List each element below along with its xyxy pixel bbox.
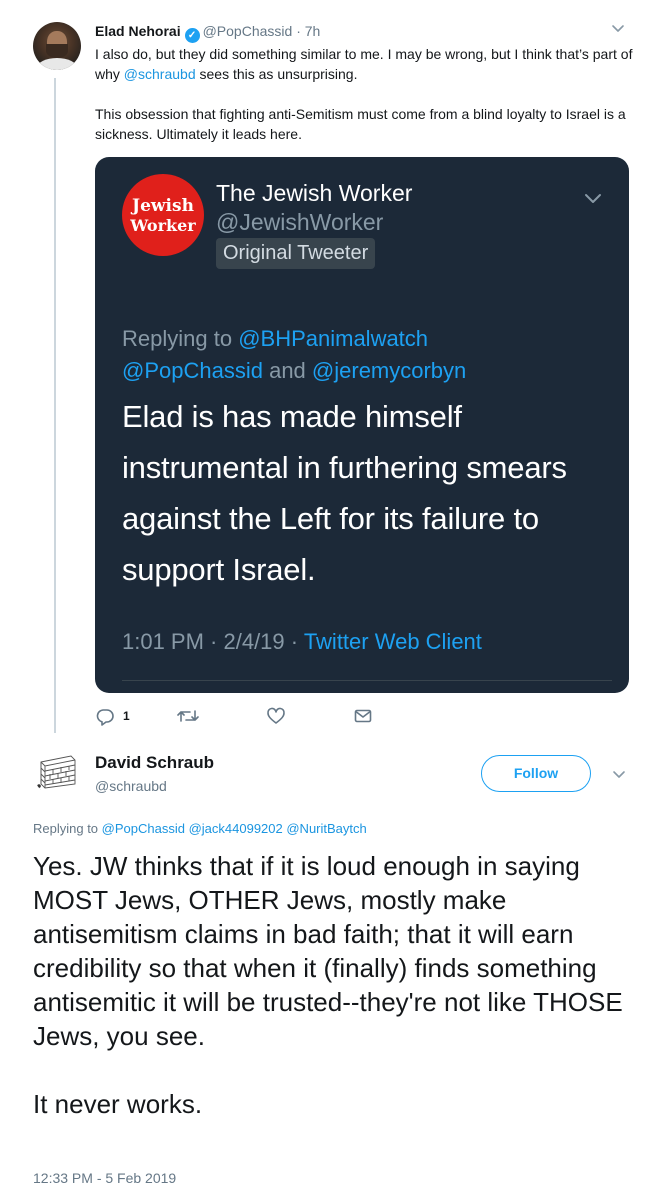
tweet-paragraph: I also do, but they did something simila… xyxy=(95,44,640,84)
header-separator: · xyxy=(296,23,301,39)
mention-link: @BHPanimalwatch xyxy=(238,326,429,351)
quoted-replying-to: Replying to @BHPanimalwatch @PopChassid a… xyxy=(122,323,612,387)
embedded-screenshot[interactable]: Jewish Worker The Jewish Worker @JewishW… xyxy=(95,157,629,693)
tweet-paragraph: It never works. xyxy=(33,1089,203,1119)
author-handle[interactable]: @schraubd xyxy=(95,777,167,795)
logo-line-1: Jewish xyxy=(132,196,194,216)
avatar-beard xyxy=(46,44,68,58)
envelope-icon xyxy=(353,706,373,726)
mention-link: @PopChassid xyxy=(122,358,263,383)
tweet-paragraph: Yes. JW thinks that if it is loud enough… xyxy=(33,851,623,1051)
author-name[interactable]: Elad Nehorai xyxy=(95,23,181,39)
tweet-timestamp[interactable]: 12:33 PM - 5 Feb 2019 xyxy=(33,1169,176,1187)
thread-connector-line xyxy=(54,78,56,733)
jewish-worker-logo: Jewish Worker xyxy=(122,174,204,256)
author-handle[interactable]: @PopChassid xyxy=(203,23,293,39)
avatar[interactable] xyxy=(33,748,81,796)
retweet-button[interactable] xyxy=(177,706,199,726)
quoted-client: Twitter Web Client xyxy=(303,629,482,654)
retweet-icon xyxy=(177,706,199,726)
replying-prefix: Replying to xyxy=(33,821,102,836)
replying-prefix: Replying to xyxy=(122,326,239,351)
direct-message-button[interactable] xyxy=(353,706,373,726)
divider xyxy=(122,680,612,681)
tweet-age[interactable]: 7h xyxy=(305,23,321,39)
like-button[interactable] xyxy=(266,706,286,726)
mention-link[interactable]: @jack44099202 xyxy=(189,821,283,836)
verified-badge-icon: ✓ xyxy=(184,28,200,43)
quoted-author-handle: @JewishWorker xyxy=(216,209,384,235)
mention-link[interactable]: @PopChassid xyxy=(102,821,185,836)
mention-link[interactable]: @NuritBaytch xyxy=(286,821,366,836)
tweet-actions: 1 xyxy=(95,706,425,728)
reply-icon xyxy=(95,706,115,726)
heart-icon xyxy=(266,706,286,726)
chevron-down-icon xyxy=(582,187,604,209)
mention-link[interactable]: @schraubd xyxy=(124,66,196,82)
logo-line-2: Worker xyxy=(130,216,196,235)
avatar[interactable] xyxy=(33,22,81,70)
tweet-text: I also do, but they did something simila… xyxy=(95,44,640,144)
quoted-timestamp: 1:01 PM · 2/4/19 · xyxy=(122,629,304,654)
tweet-text-segment: sees this as unsurprising. xyxy=(195,66,358,82)
avatar-shirt xyxy=(37,58,77,70)
quoted-tweet-text: Elad is has made himself instrumental in… xyxy=(122,399,567,587)
quoted-tweet-meta: 1:01 PM · 2/4/19 · Twitter Web Client xyxy=(122,627,482,657)
chevron-down-icon[interactable] xyxy=(610,20,626,36)
tweet-header: Elad Nehorai ✓ @PopChassid · 7h xyxy=(95,22,320,43)
chevron-down-icon[interactable] xyxy=(611,766,627,782)
reply-count: 1 xyxy=(123,709,130,723)
tweet-paragraph: This obsession that fighting anti-Semiti… xyxy=(95,106,626,142)
follow-button[interactable]: Follow xyxy=(481,755,591,792)
author-name[interactable]: David Schraub xyxy=(95,753,214,773)
reply-button[interactable]: 1 xyxy=(95,706,130,726)
mention-link: @jeremycorbyn xyxy=(311,358,467,383)
tweet-text: Yes. JW thinks that if it is loud enough… xyxy=(33,849,643,1121)
replying-conjunction: and xyxy=(262,358,312,383)
original-tweeter-badge: Original Tweeter xyxy=(216,238,376,269)
replying-to: Replying to @PopChassid @jack44099202 @N… xyxy=(33,820,367,838)
quoted-author-name: The Jewish Worker xyxy=(216,180,413,206)
